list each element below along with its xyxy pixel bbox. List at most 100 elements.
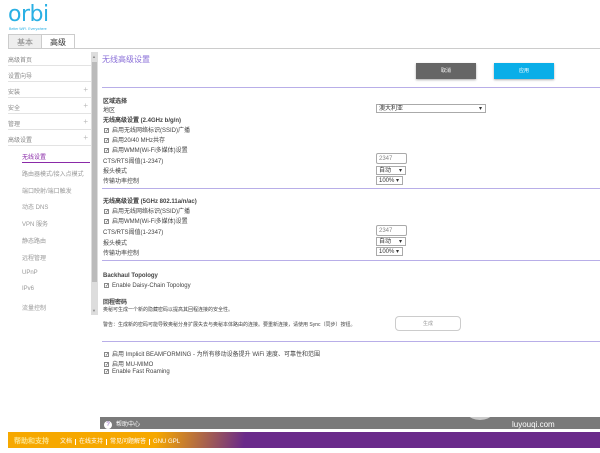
w5-power-label: 传输功率控制 [103, 248, 139, 257]
divider [102, 260, 600, 261]
checkbox-label: 启用无线网络标识(SSID)广播 [112, 128, 190, 134]
sidebar-item-label: 高级设置 [8, 138, 32, 144]
checkbox-checked-icon[interactable]: ✓ [104, 369, 109, 374]
tab-basic[interactable]: 基本 [8, 34, 42, 48]
w5-cts-input[interactable]: 2347 [376, 225, 407, 236]
w5-preamble-select[interactable]: 自动 [376, 237, 406, 246]
help-center-label: 帮助中心 [116, 422, 140, 428]
sidebar-subitem[interactable]: 静态路由 [22, 236, 46, 245]
watermark-router-icon [460, 380, 500, 420]
expand-plus-icon[interactable]: + [83, 117, 88, 126]
w24-power-select[interactable]: 100% [376, 176, 403, 185]
checkbox-label: Enable Daisy-Chain Topology [112, 283, 191, 289]
footer-link-docs[interactable]: 文档 [57, 439, 75, 445]
cancel-button[interactable]: 取消 [416, 63, 476, 79]
w24-wmm-checkbox[interactable]: ✓启用WMM(Wi-Fi多媒体)设置 [104, 145, 188, 154]
sidebar-subitem[interactable]: UPnP [22, 270, 38, 276]
sidebar-subitem[interactable]: IPv6 [22, 286, 34, 292]
w24-preamble-select[interactable]: 自动 [376, 166, 406, 175]
watermark-url: luyouqi.com [512, 420, 555, 429]
expand-plus-icon[interactable]: + [83, 85, 88, 94]
sidebar-item[interactable]: 高级首页 [8, 50, 91, 66]
daisy-chain-checkbox[interactable]: ✓Enable Daisy-Chain Topology [104, 283, 191, 289]
checkbox-label: 启用无线网络标识(SSID)广播 [112, 209, 190, 215]
divider [102, 87, 600, 88]
checkbox-checked-icon[interactable]: ✓ [104, 128, 109, 133]
footer-title: 帮助和支持 [14, 438, 49, 445]
sidebar-item-label: 设置向导 [8, 74, 32, 80]
sidebar-item-label: 高级首页 [8, 58, 32, 64]
w5-ssid-checkbox[interactable]: ✓启用无线网络标识(SSID)广播 [104, 206, 190, 215]
w24-cts-label: CTS/RTS阈值(1-2347) [103, 156, 163, 165]
checkbox-checked-icon[interactable]: ✓ [104, 362, 109, 367]
checkbox-label: 启用20/40 MHz共存 [112, 138, 165, 144]
beamforming-checkbox[interactable]: ✓启用 Implicit BEAMFORMING - 为所有移动设备提升 WiF… [104, 349, 320, 358]
checkbox-label: 启用WMM(Wi-Fi多媒体)设置 [112, 148, 188, 154]
w5-power-select[interactable]: 100% [376, 247, 403, 256]
w24-coexist-checkbox[interactable]: ✓启用20/40 MHz共存 [104, 135, 165, 144]
checkbox-label: 启用 MU-MIMO [112, 362, 153, 368]
checkbox-checked-icon[interactable]: ✓ [104, 209, 109, 214]
footer-link-faq[interactable]: 常见问题解答 [106, 439, 149, 445]
sidebar-item[interactable]: 设置向导 [8, 66, 91, 82]
expand-plus-icon[interactable]: + [83, 101, 88, 110]
question-icon: ? [104, 421, 112, 429]
checkbox-label: 启用 Implicit BEAMFORMING - 为所有移动设备提升 WiFi… [112, 352, 320, 358]
sidebar-subitem[interactable]: 远程管理 [22, 253, 46, 262]
sidebar-item-label: 安全 [8, 106, 20, 112]
scroll-down-arrow[interactable]: ▼ [92, 308, 96, 313]
scrollbar-thumb[interactable] [92, 62, 97, 282]
region-select[interactable]: 澳大利亚 [376, 104, 486, 113]
w24-ssid-checkbox[interactable]: ✓启用无线网络标识(SSID)广播 [104, 125, 190, 134]
checkbox-label: Enable Fast Roaming [112, 369, 170, 375]
sidebar-item[interactable]: 安全 + [8, 98, 91, 114]
w5-preamble-label: 报头模式 [103, 238, 127, 247]
fast-roaming-checkbox[interactable]: ✓Enable Fast Roaming [104, 369, 170, 375]
backhaul-heading: Backhaul Topology [103, 273, 158, 279]
footer-link-gpl[interactable]: GNU GPL [149, 439, 183, 445]
generate-button[interactable]: 生成 [395, 316, 461, 331]
checkbox-checked-icon[interactable]: ✓ [104, 138, 109, 143]
sidebar-subitem[interactable]: VPN 服务 [22, 219, 48, 228]
region-heading: 区域选择 [103, 96, 127, 105]
backhaul-warning: 警告：生成新的密码可能导致奥秘分身扩展失去与奥秘本体路由的连接。要重新连接，请使… [103, 321, 356, 328]
sidebar-item[interactable]: 高级设置 + [8, 130, 91, 146]
divider [102, 188, 600, 189]
w5-cts-label: CTS/RTS阈值(1-2347) [103, 227, 163, 236]
w24-preamble-label: 报头模式 [103, 166, 127, 175]
watermark-text: 路由器 [508, 378, 565, 405]
checkbox-checked-icon[interactable]: ✓ [104, 352, 109, 357]
sidebar-item[interactable]: 安装 + [8, 82, 91, 98]
sidebar-item-label: 安装 [8, 90, 20, 96]
tab-advanced[interactable]: 高级 [41, 34, 75, 49]
checkbox-checked-icon[interactable]: ✓ [104, 148, 109, 153]
footer-support: 帮助和支持 文档在线支持常见问题解答GNU GPL [8, 432, 600, 448]
w5-heading: 无线高级设置 (5GHz 802.11a/n/ac) [103, 196, 197, 205]
sidebar-subitem[interactable]: 动态 DNS [22, 202, 48, 211]
sidebar-subitem[interactable]: 路由器模式/接入点模式 [22, 169, 84, 178]
sidebar-item-label: 管理 [8, 122, 20, 128]
logo-tagline: Better WiFi. Everywhere [9, 27, 47, 31]
sidebar-subitem[interactable]: 端口映射/端口触发 [22, 186, 72, 195]
tab-divider [8, 48, 600, 49]
checkbox-label: 启用WMM(Wi-Fi多媒体)设置 [112, 219, 188, 225]
checkbox-checked-icon[interactable]: ✓ [104, 283, 109, 288]
expand-plus-icon[interactable]: + [83, 133, 88, 142]
footer-link-online-support[interactable]: 在线支持 [75, 439, 106, 445]
page-title: 无线高级设置 [102, 54, 150, 65]
divider [102, 341, 600, 342]
backhaul-password-heading: 回程密码 [103, 297, 127, 306]
scroll-up-arrow[interactable]: ▲ [92, 54, 96, 59]
w24-heading: 无线高级设置 (2.4GHz b/g/n) [103, 115, 181, 124]
w5-wmm-checkbox[interactable]: ✓启用WMM(Wi-Fi多媒体)设置 [104, 216, 188, 225]
sidebar-item[interactable]: 管理 + [8, 114, 91, 130]
sidebar-subitem[interactable]: 无线设置 [22, 152, 90, 163]
backhaul-description: 奥秘可生成一个新的隐藏密码以提高其回程连接的安全性。 [103, 306, 233, 313]
w24-power-label: 传输功率控制 [103, 176, 139, 185]
region-label: 地区 [103, 105, 115, 114]
apply-button[interactable]: 应用 [494, 63, 554, 79]
checkbox-checked-icon[interactable]: ✓ [104, 219, 109, 224]
sidebar-subitem[interactable]: 流量控制 [22, 303, 46, 312]
mu-mimo-checkbox[interactable]: ✓启用 MU-MIMO [104, 359, 153, 368]
w24-cts-input[interactable]: 2347 [376, 153, 407, 164]
